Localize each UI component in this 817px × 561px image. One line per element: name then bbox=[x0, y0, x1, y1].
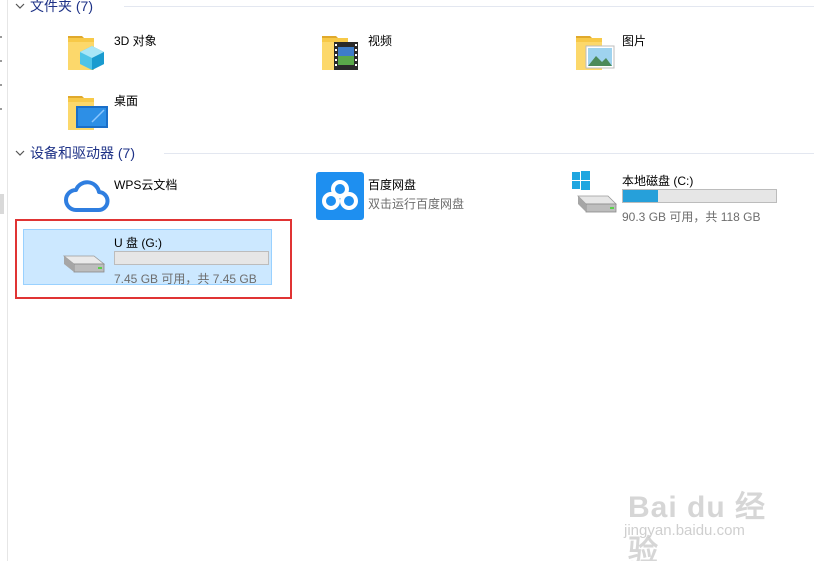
device-baidu-netdisk[interactable]: 百度网盘 双击运行百度网盘 bbox=[316, 172, 546, 232]
devices-group-header[interactable]: 设备和驱动器 (7) bbox=[14, 144, 814, 162]
videos-folder-icon bbox=[322, 36, 358, 70]
chevron-down-icon bbox=[15, 3, 25, 9]
watermark-url: jingyan.baidu.com bbox=[624, 522, 745, 539]
folder-label: 桌面 bbox=[114, 94, 139, 108]
nav-dot bbox=[0, 36, 2, 38]
baidu-jingyan-watermark: Bai du 经验 jingyan.baidu.com bbox=[620, 470, 790, 561]
group-divider bbox=[164, 153, 814, 154]
folder-label: 视频 bbox=[368, 34, 393, 48]
wps-cloud-icon bbox=[64, 180, 110, 212]
device-local-disk-c[interactable]: 本地磁盘 (C:) 90.3 GB 可用，共 118 GB bbox=[570, 168, 790, 228]
nav-dot bbox=[0, 108, 2, 110]
drive-usage-bar bbox=[622, 189, 777, 203]
group-divider bbox=[124, 6, 814, 7]
annotation-highlight-box bbox=[15, 219, 292, 299]
chevron-down-icon bbox=[15, 150, 25, 156]
device-label: 百度网盘 bbox=[368, 178, 417, 192]
drive-capacity: 90.3 GB 可用，共 118 GB bbox=[622, 210, 761, 224]
drive-usage-fill bbox=[623, 190, 659, 202]
folder-label: 图片 bbox=[622, 34, 647, 48]
navigation-pane-edge bbox=[0, 0, 8, 561]
folder-label: 3D 对象 bbox=[114, 34, 157, 48]
pictures-folder-icon bbox=[576, 36, 615, 70]
folder-videos[interactable]: 视频 bbox=[316, 28, 516, 88]
3d-objects-folder-icon bbox=[68, 36, 104, 70]
folder-pictures[interactable]: 图片 bbox=[570, 28, 770, 88]
device-description: 双击运行百度网盘 bbox=[368, 197, 465, 211]
device-label: WPS云文档 bbox=[114, 178, 178, 192]
devices-group-title: 设备和驱动器 (7) bbox=[30, 145, 135, 161]
windows-drive-icon bbox=[572, 171, 617, 213]
nav-dot bbox=[0, 60, 2, 62]
folder-desktop[interactable]: 桌面 bbox=[62, 88, 262, 148]
folders-group-header[interactable]: 文件夹 (7) bbox=[14, 0, 814, 15]
nav-selection-marker bbox=[0, 194, 4, 214]
baidu-netdisk-icon bbox=[316, 172, 364, 220]
folder-3d-objects[interactable]: 3D 对象 bbox=[62, 28, 262, 88]
folders-group-title: 文件夹 (7) bbox=[30, 0, 93, 14]
device-label: 本地磁盘 (C:) bbox=[622, 174, 694, 188]
nav-dot bbox=[0, 84, 2, 86]
desktop-folder-icon bbox=[68, 96, 108, 130]
